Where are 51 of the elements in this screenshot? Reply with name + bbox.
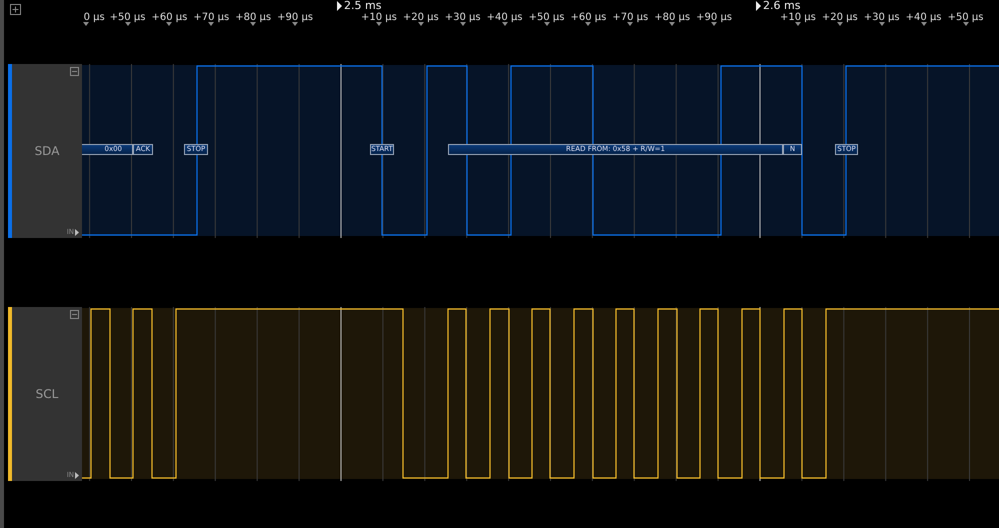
tick-mark-icon xyxy=(460,22,466,26)
tick-mark-icon xyxy=(208,22,214,26)
time-tick-label: +60 µs xyxy=(570,12,606,23)
channel-name: SDA xyxy=(34,144,60,158)
play-icon xyxy=(75,472,79,478)
tick-mark-icon xyxy=(669,22,676,26)
tick-mark-icon xyxy=(836,22,843,26)
tick-mark-icon xyxy=(292,22,298,26)
tick-mark-icon xyxy=(627,22,634,26)
time-tick-label: +80 µs xyxy=(654,12,690,23)
tick-mark-icon xyxy=(920,22,927,26)
tick-mark-icon xyxy=(418,22,424,26)
time-marker-label: 2.5 ms xyxy=(344,0,382,12)
tick-mark-icon xyxy=(878,22,885,26)
time-tick-label: +50 µs xyxy=(110,12,146,23)
time-tick-label: 0 µs xyxy=(84,12,105,23)
add-icon[interactable] xyxy=(10,4,21,15)
tick-mark-icon xyxy=(711,22,718,26)
tick-mark-icon xyxy=(962,22,968,26)
marker-flag-icon[interactable] xyxy=(337,1,342,11)
tick-mark-icon xyxy=(544,22,550,26)
time-tick-label: +30 µs xyxy=(444,12,481,23)
tick-mark-icon xyxy=(502,22,508,26)
collapse-icon[interactable] xyxy=(70,310,79,319)
tick-mark-icon xyxy=(82,22,89,26)
time-tick-label: +40 µs xyxy=(486,12,523,23)
time-tick-label: +90 µs xyxy=(696,12,732,23)
time-tick-label: +10 µs xyxy=(780,12,816,23)
play-icon xyxy=(75,228,79,236)
time-tick-label: +50 µs xyxy=(948,12,984,23)
time-tick-label: +20 µs xyxy=(402,12,439,23)
marker-flag-icon[interactable] xyxy=(756,1,761,11)
time-tick-label: +60 µs xyxy=(151,12,188,23)
time-tick-label: +70 µs xyxy=(612,12,648,23)
time-tick-label: +80 µs xyxy=(235,12,272,23)
time-tick-label: +20 µs xyxy=(822,12,858,23)
channel-name: SCL xyxy=(36,387,58,401)
time-marker-label: 2.6 ms xyxy=(763,0,800,12)
tick-mark-icon xyxy=(250,22,256,26)
tick-mark-icon xyxy=(124,22,130,26)
time-tick-label: +40 µs xyxy=(906,12,942,23)
tick-mark-icon xyxy=(585,22,592,26)
collapse-icon[interactable] xyxy=(70,67,79,76)
time-tick-label: +70 µs xyxy=(193,12,230,23)
tick-mark-icon xyxy=(166,22,172,26)
time-tick-label: +10 µs xyxy=(360,12,397,23)
tick-mark-icon xyxy=(794,22,801,26)
time-tick-label: +90 µs xyxy=(277,12,314,23)
time-tick-label: +30 µs xyxy=(864,12,900,23)
time-tick-label: +50 µs xyxy=(528,12,564,23)
tick-mark-icon xyxy=(376,22,382,26)
